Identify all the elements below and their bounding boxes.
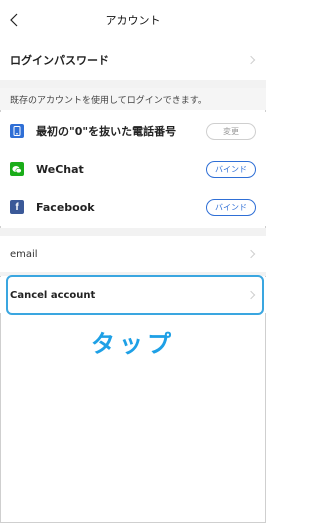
facebook-label: Facebook	[36, 200, 95, 214]
section-divider	[0, 80, 266, 88]
hint-text: 既存のアカウントを使用してログインできます。	[0, 88, 266, 110]
chevron-left-icon	[10, 13, 18, 27]
back-button[interactable]	[6, 12, 22, 28]
chevron-right-icon	[246, 55, 256, 65]
change-phone-button[interactable]: 変更	[206, 122, 256, 140]
bind-facebook-button[interactable]: バインド	[206, 198, 256, 216]
facebook-row: f Facebook バインド	[0, 188, 266, 226]
login-password-label: ログインパスワード	[10, 54, 109, 67]
wechat-icon	[10, 162, 24, 176]
wechat-label: WeChat	[36, 162, 84, 176]
facebook-icon: f	[10, 200, 24, 214]
email-row[interactable]: email	[0, 236, 266, 272]
phone-label: 最初の"0"を抜いた電話番号	[36, 125, 177, 138]
tap-annotation: タップ	[91, 330, 175, 358]
section-divider	[0, 228, 266, 236]
chevron-right-icon	[246, 249, 256, 259]
bind-wechat-button[interactable]: バインド	[206, 160, 256, 178]
navigation-bar: アカウント	[0, 0, 266, 40]
page-title: アカウント	[105, 14, 161, 27]
email-label: email	[10, 248, 38, 260]
wechat-row: WeChat バインド	[0, 150, 266, 188]
phone-row: 最初の"0"を抜いた電話番号 変更	[0, 112, 266, 150]
login-password-row[interactable]: ログインパスワード	[0, 40, 266, 80]
phone-icon	[10, 124, 24, 138]
tap-highlight-box	[6, 275, 264, 315]
